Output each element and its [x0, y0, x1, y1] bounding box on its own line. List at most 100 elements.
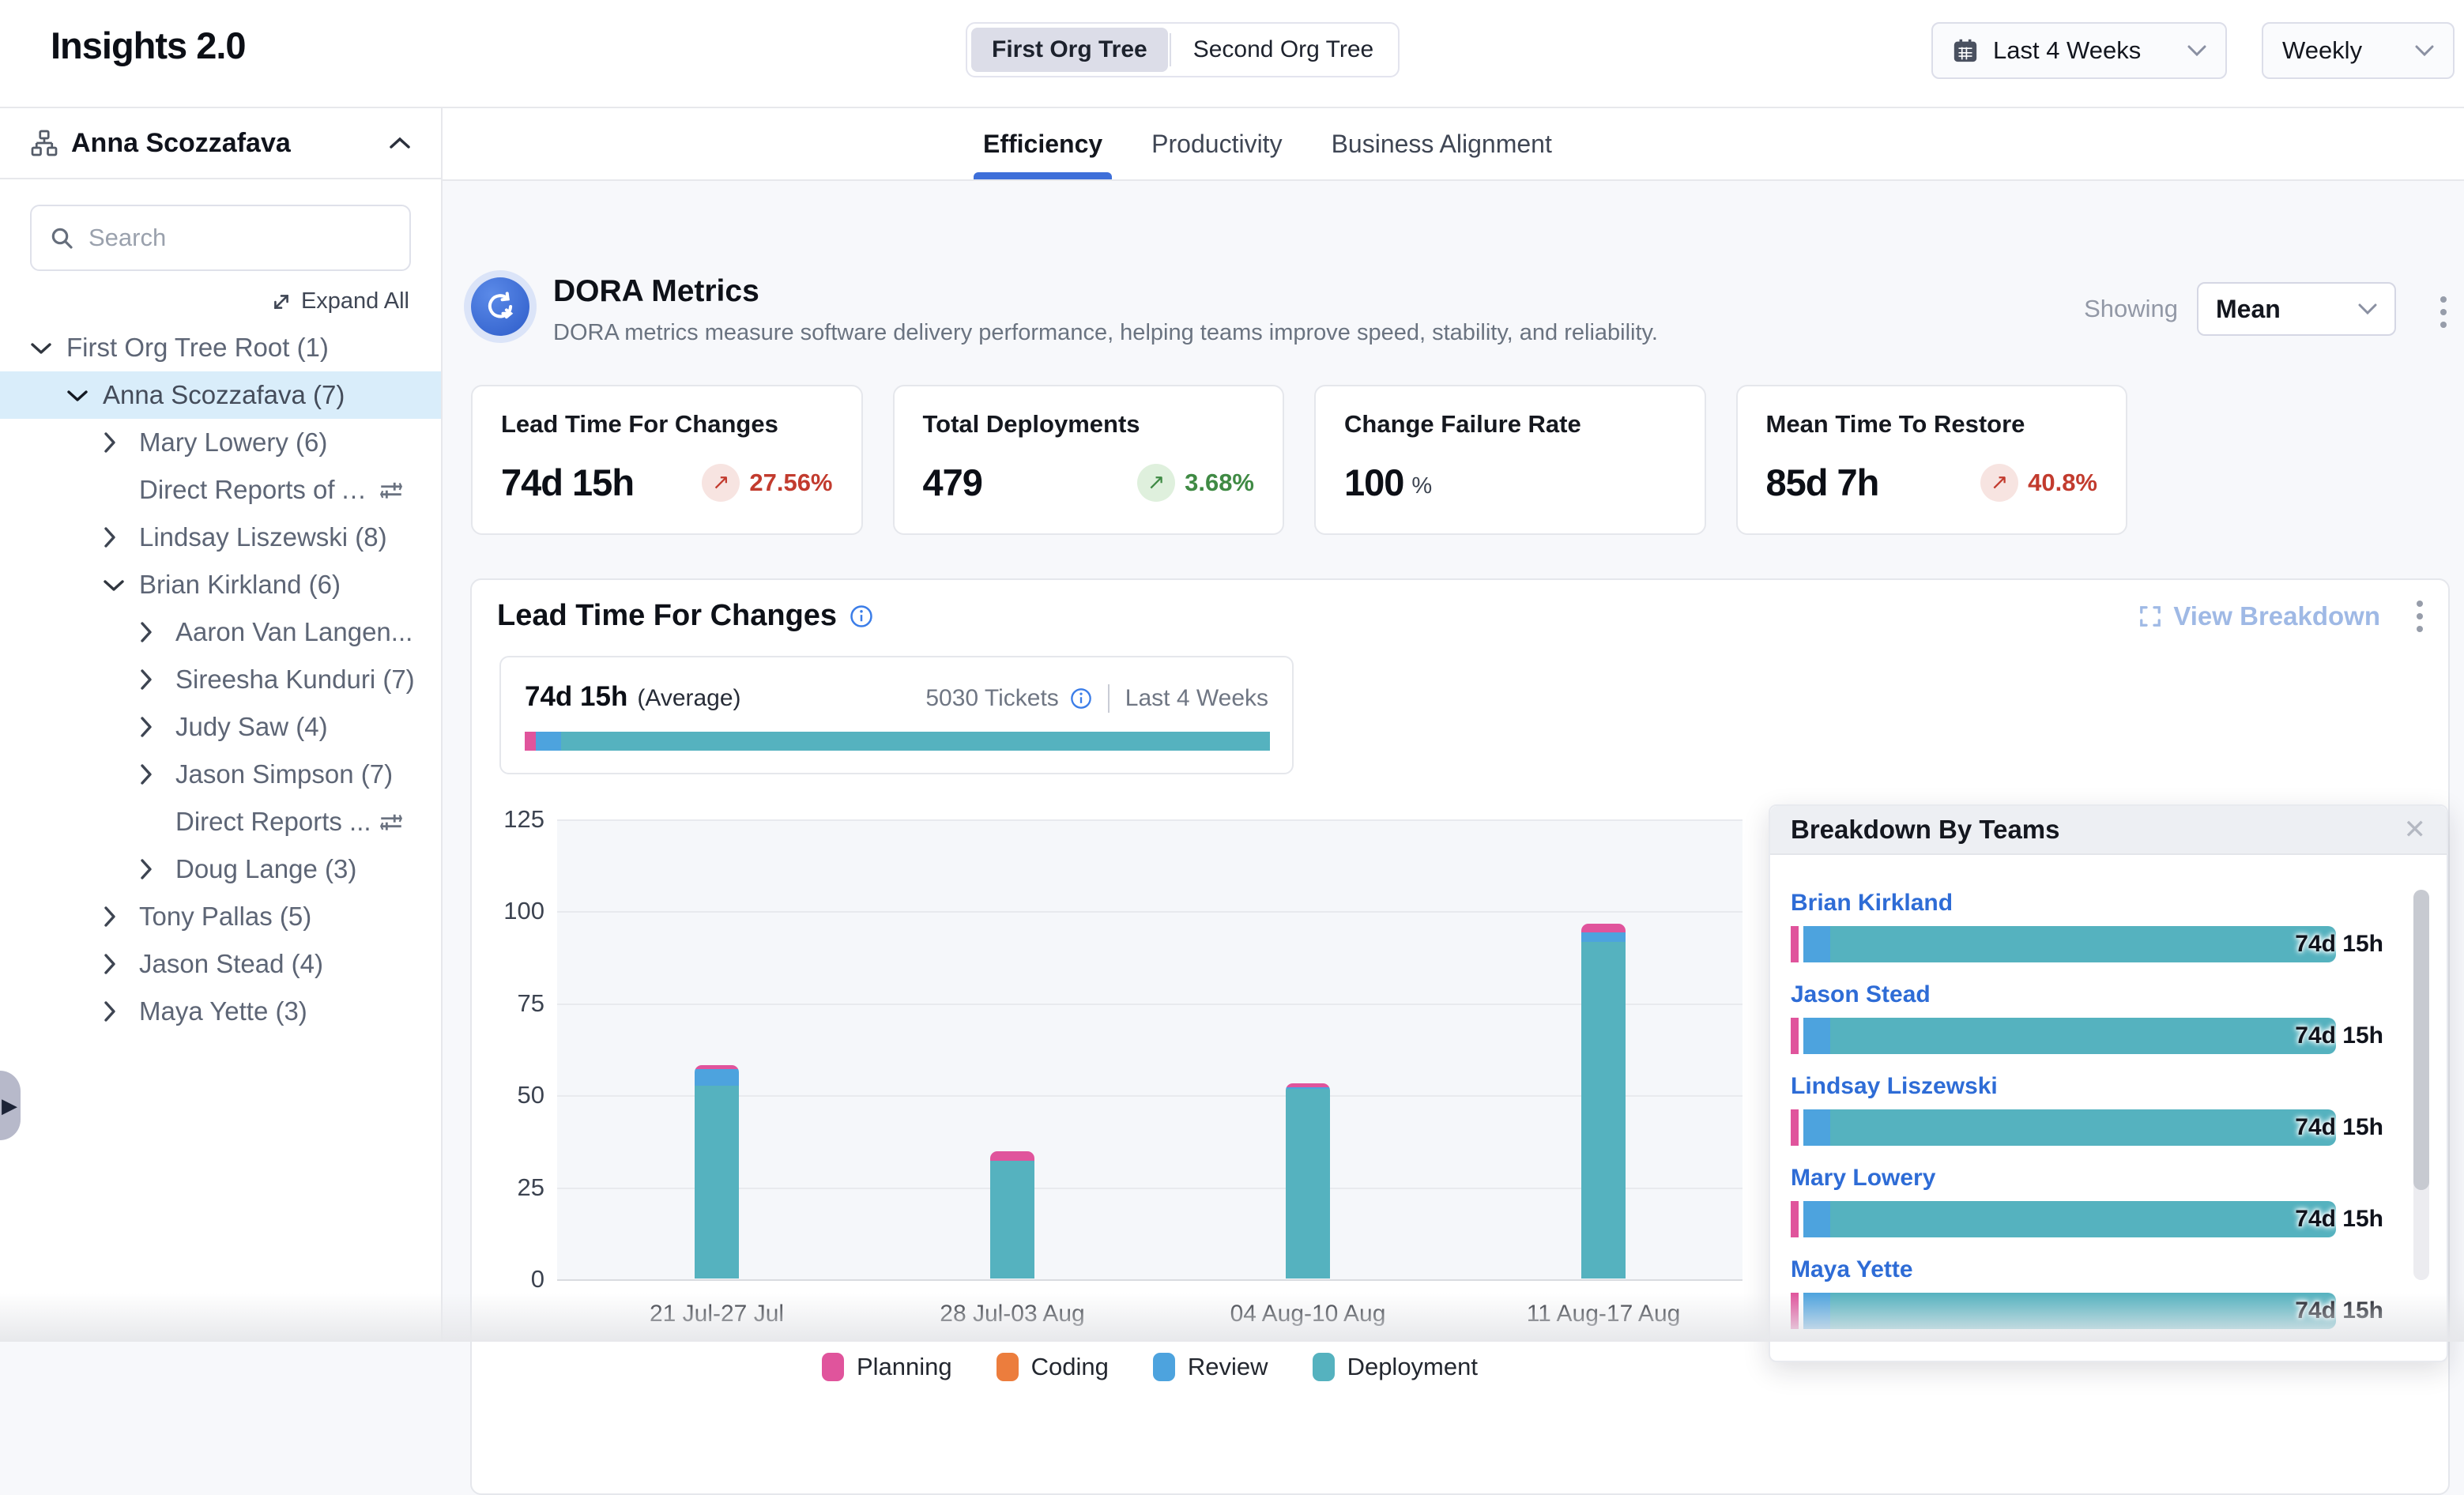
tree-item[interactable]: Jason Stead (4): [0, 940, 441, 988]
tab-efficiency[interactable]: Efficiency: [983, 108, 1102, 179]
team-stacked-bar[interactable]: 74d 15h: [1791, 1293, 2336, 1329]
team-value: 74d 15h: [2295, 1022, 2383, 1049]
tab-productivity[interactable]: Productivity: [1151, 108, 1282, 179]
granularity-select[interactable]: Weekly: [2262, 22, 2455, 79]
tab-business-alignment[interactable]: Business Alignment: [1332, 108, 1552, 179]
info-icon[interactable]: [1070, 687, 1092, 710]
metric-card-value: 100: [1344, 461, 1403, 504]
dora-header: DORA Metrics DORA metrics measure softwa…: [471, 274, 1658, 346]
average-qualifier: (Average): [637, 685, 740, 712]
chevron-right-icon[interactable]: [139, 858, 175, 880]
sidebar-collapse-handle[interactable]: ▶: [0, 1071, 21, 1140]
chevron-right-icon[interactable]: [139, 621, 175, 643]
tree-item-label: Brian Kirkland (6): [139, 570, 341, 600]
tree-item[interactable]: Direct Reports of A...: [0, 466, 441, 514]
scrollbar-thumb[interactable]: [2413, 890, 2429, 1190]
org-tab-1[interactable]: Second Org Tree: [1173, 28, 1394, 72]
tree-item[interactable]: Judy Saw (4): [0, 703, 441, 751]
top-bar: Insights 2.0 First Org TreeSecond Org Tr…: [0, 0, 2464, 108]
stacked-bar[interactable]: [990, 1151, 1034, 1278]
main-content: DORA Metrics DORA metrics measure softwa…: [443, 181, 2464, 1342]
close-icon[interactable]: ✕: [2404, 814, 2427, 845]
planning-segment: [1791, 1109, 1799, 1146]
deployment-segment: [1830, 1109, 2336, 1146]
chart-legend: PlanningCodingReviewDeployment: [557, 1353, 1743, 1381]
tree-item[interactable]: Sireesha Kunduri (7): [0, 656, 441, 703]
tree-item[interactable]: Brian Kirkland (6): [0, 561, 441, 608]
metric-delta-badge: ↗27.56%: [702, 464, 832, 502]
stacked-bar[interactable]: [1286, 1083, 1330, 1278]
breakdown-rows: Brian Kirkland 74d 15h Jason Stead 74d 15h L…: [1791, 890, 2336, 1348]
org-tab-0[interactable]: First Org Tree: [971, 28, 1168, 72]
chevron-down-icon[interactable]: [103, 578, 139, 592]
legend-swatch: [997, 1353, 1019, 1381]
team-name-link[interactable]: Mary Lowery: [1791, 1165, 2336, 1192]
filter-sliders-icon[interactable]: [378, 808, 405, 835]
tree-item[interactable]: Tony Pallas (5): [0, 893, 441, 940]
expand-all-button[interactable]: Expand All: [0, 288, 441, 314]
legend-swatch: [1313, 1353, 1335, 1381]
tree-item-label: First Org Tree Root (1): [66, 333, 329, 363]
metric-cards: Lead Time For Changes74d 15h↗27.56%Total…: [471, 385, 2127, 535]
aggregation-value: Mean: [2216, 295, 2281, 324]
search-input[interactable]: [87, 223, 405, 253]
view-breakdown-button[interactable]: View Breakdown: [2138, 601, 2380, 631]
metric-card-value-row: 479↗3.68%: [923, 461, 1255, 504]
metric-card: Lead Time For Changes74d 15h↗27.56%: [471, 385, 863, 535]
stacked-bar[interactable]: [1581, 924, 1626, 1278]
tree-item[interactable]: Mary Lowery (6): [0, 419, 441, 466]
team-name-link[interactable]: Brian Kirkland: [1791, 890, 2336, 917]
info-icon[interactable]: [850, 604, 873, 628]
chevron-right-icon[interactable]: [103, 431, 139, 454]
chevron-right-icon[interactable]: [139, 763, 175, 785]
dora-cycle-icon: [471, 277, 529, 336]
metric-card: Total Deployments479↗3.68%: [893, 385, 1285, 535]
chevron-right-icon[interactable]: [139, 668, 175, 691]
team-name-link[interactable]: Maya Yette: [1791, 1256, 2336, 1283]
deployment-segment: [1830, 1293, 2336, 1329]
sidebar-header[interactable]: Anna Scozzafava: [0, 108, 441, 179]
dora-title: DORA Metrics: [553, 274, 1658, 309]
planning-segment: [1581, 924, 1626, 933]
tree-item[interactable]: Lindsay Liszewski (8): [0, 514, 441, 561]
date-range-select[interactable]: Last 4 Weeks: [1931, 22, 2227, 79]
review-segment: [1803, 1018, 1830, 1054]
team-stacked-bar[interactable]: 74d 15h: [1791, 1018, 2336, 1054]
metric-card-value: 85d 7h: [1766, 461, 1879, 504]
app-title: Insights 2.0: [51, 24, 246, 67]
main-tabs: Efficiency Productivity Business Alignment: [443, 108, 2464, 181]
tree-item[interactable]: Maya Yette (3): [0, 988, 441, 1035]
chevron-down-icon[interactable]: [30, 341, 66, 355]
chevron-up-icon[interactable]: [389, 137, 411, 149]
team-name-link[interactable]: Jason Stead: [1791, 981, 2336, 1008]
tree-item-label: Direct Reports of A...: [139, 475, 378, 505]
tree-item[interactable]: Aaron Van Langen...: [0, 608, 441, 656]
y-axis-tick: 75: [472, 989, 544, 1018]
aggregation-select[interactable]: Mean: [2197, 282, 2396, 336]
team-stacked-bar[interactable]: 74d 15h: [1791, 926, 2336, 962]
tree-item[interactable]: Doug Lange (3): [0, 845, 441, 893]
tree-item[interactable]: First Org Tree Root (1): [0, 324, 441, 371]
legend-swatch: [1153, 1353, 1175, 1381]
lead-time-kebab-menu[interactable]: [2417, 601, 2423, 632]
dora-kebab-menu[interactable]: [2440, 296, 2447, 328]
tree-item[interactable]: Jason Simpson (7): [0, 751, 441, 798]
deployment-segment: [990, 1161, 1034, 1278]
chevron-down-icon[interactable]: [66, 389, 103, 402]
team-name-link[interactable]: Lindsay Liszewski: [1791, 1073, 2336, 1100]
filter-sliders-icon[interactable]: [378, 476, 405, 503]
tree-item[interactable]: Direct Reports ...: [0, 798, 441, 845]
team-row: Maya Yette 74d 15h: [1791, 1256, 2336, 1329]
tree-item[interactable]: Anna Scozzafava (7): [0, 371, 441, 419]
chevron-right-icon[interactable]: [103, 1000, 139, 1022]
chevron-right-icon[interactable]: [103, 953, 139, 975]
chevron-right-icon[interactable]: [103, 526, 139, 548]
stacked-bar[interactable]: [695, 1065, 739, 1278]
scrollbar-track[interactable]: [2413, 890, 2429, 1280]
view-breakdown-label: View Breakdown: [2173, 601, 2380, 631]
chevron-right-icon[interactable]: [103, 906, 139, 928]
team-stacked-bar[interactable]: 74d 15h: [1791, 1201, 2336, 1237]
team-stacked-bar[interactable]: 74d 15h: [1791, 1109, 2336, 1146]
legend-swatch: [822, 1353, 844, 1381]
chevron-right-icon[interactable]: [139, 716, 175, 738]
